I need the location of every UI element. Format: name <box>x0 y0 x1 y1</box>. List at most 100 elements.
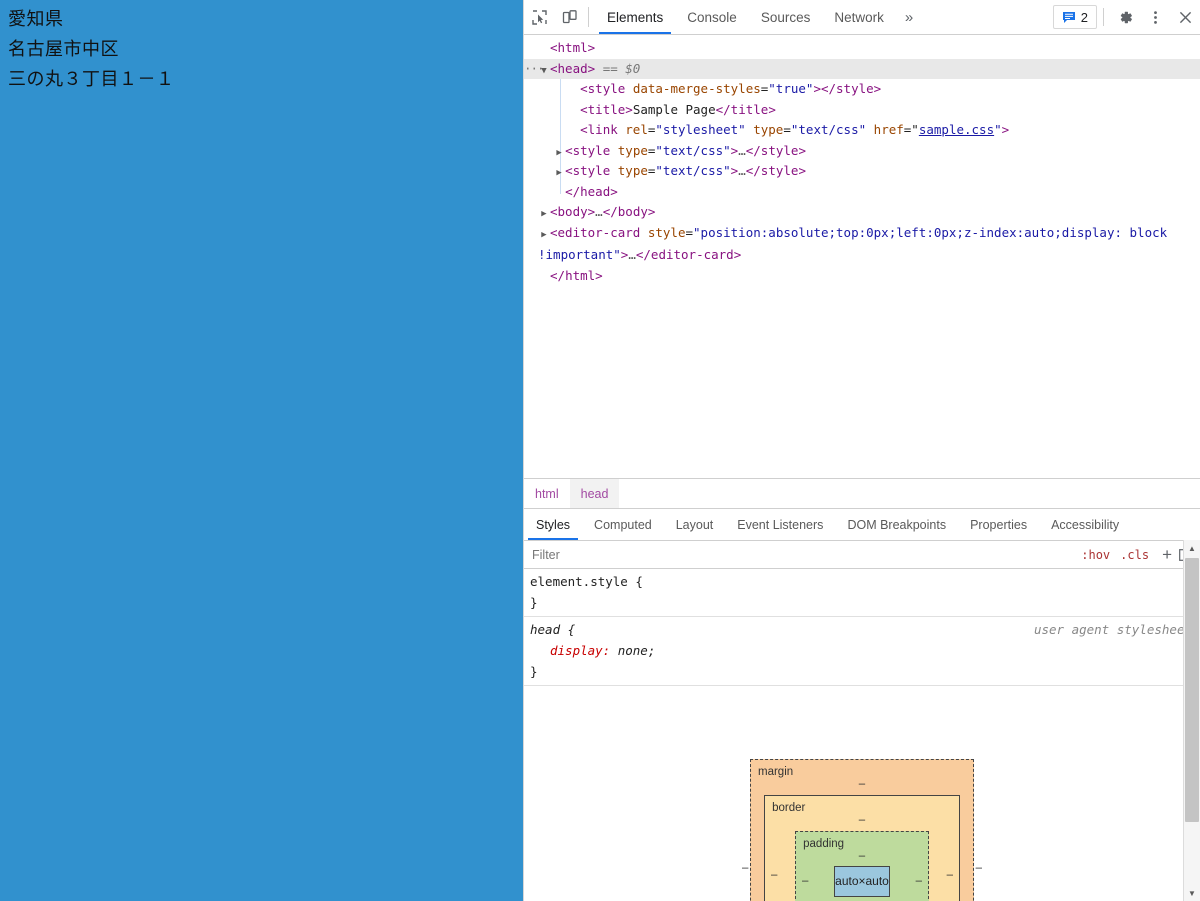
expand-triangle-icon[interactable]: ▶ <box>538 204 550 225</box>
tab-styles[interactable]: Styles <box>524 509 582 540</box>
node-badge-icon[interactable]: ··· <box>524 59 545 80</box>
box-model-border[interactable]: border – – padding – – auto×auto – – <box>764 795 960 901</box>
margin-left-value[interactable]: – <box>736 861 754 876</box>
tab-dom-breakpoints[interactable]: DOM Breakpoints <box>835 509 958 540</box>
tab-event-listeners[interactable]: Event Listeners <box>725 509 835 540</box>
dom-node-title[interactable]: <title>Sample Page</title> <box>524 100 1200 121</box>
box-model-margin[interactable]: margin – – border – – padding – – auto×a… <box>742 759 982 901</box>
tab-layout[interactable]: Layout <box>664 509 726 540</box>
dom-token-punct: < <box>550 60 558 76</box>
dom-token-punct: > <box>647 204 656 219</box>
device-toolbar-icon[interactable] <box>554 0 584 34</box>
scrollbar-thumb[interactable] <box>1185 558 1199 822</box>
breadcrumb-item-head[interactable]: head <box>569 479 620 508</box>
rendered-page-pane[interactable]: 愛知県 名古屋市中区 三の丸３丁目１－１ <box>0 0 523 901</box>
styles-pane[interactable]: element.style {} user agent stylesheet hea… <box>524 569 1200 901</box>
styles-sidebar-tabs[interactable]: Styles Computed Layout Event Listeners D… <box>524 508 1200 541</box>
tab-properties[interactable]: Properties <box>958 509 1039 540</box>
dom-token-punct: < <box>565 163 573 178</box>
dom-token-punct: </ <box>745 163 761 178</box>
issues-message-icon <box>1062 11 1076 24</box>
tab-computed[interactable]: Computed <box>582 509 664 540</box>
dom-token-punct: < <box>550 40 558 55</box>
dom-token-tag: editor-card <box>650 247 734 262</box>
dom-token-punct: < <box>580 101 588 117</box>
dom-node-editor-card[interactable]: ▶ <editor-card style="position:absolute;t… <box>524 223 1200 266</box>
dom-node-link-stylesheet[interactable]: <link rel="stylesheet" type="text/css" h… <box>524 120 1200 141</box>
dom-node-html-close[interactable]: </html> <box>524 266 1200 287</box>
dom-token-plain <box>610 143 618 158</box>
dom-node-style-css-2[interactable]: ▶ <style type="text/css">…</style> <box>524 161 1200 182</box>
tab-network-label: Network <box>834 9 884 25</box>
dom-token-punct: < <box>580 122 588 137</box>
dom-token-tag: title <box>730 101 769 117</box>
border-left-value[interactable]: – <box>765 868 783 883</box>
address-line-3: 三の丸３丁目１－１ <box>8 69 175 90</box>
address-text-block: 愛知県 名古屋市中区 三の丸３丁目１－１ <box>8 5 175 95</box>
style-rule-header: element.style { <box>530 571 1192 592</box>
padding-left-value[interactable]: – <box>796 874 814 889</box>
box-model-padding[interactable]: padding – – auto×auto – <box>795 831 929 901</box>
style-rule-header: user agent stylesheet head { <box>530 619 1192 640</box>
expand-triangle-icon[interactable]: ▶ <box>553 163 565 184</box>
cls-toggle-button[interactable]: .cls <box>1115 548 1154 562</box>
dom-node-style-css-1[interactable]: ▶ <style type="text/css">…</style> <box>524 141 1200 162</box>
tab-properties-label: Properties <box>970 517 1028 532</box>
close-icon[interactable] <box>1170 0 1200 34</box>
dom-token-attrv: " <box>994 122 1002 137</box>
box-model-padding-label: padding <box>803 838 845 850</box>
kebab-menu-icon[interactable] <box>1140 0 1170 34</box>
dom-token-tag: style <box>572 142 611 158</box>
dom-node-style-merge[interactable]: <style data-merge-styles="true"></style> <box>524 79 1200 100</box>
dom-token-link[interactable]: sample.css <box>919 122 994 137</box>
tab-accessibility[interactable]: Accessibility <box>1039 509 1131 540</box>
scrollbar-up-arrow-icon[interactable]: ▲ <box>1184 540 1200 556</box>
dom-token-ellip: … <box>738 163 746 178</box>
gear-icon[interactable] <box>1110 0 1140 34</box>
margin-right-value[interactable]: – <box>970 861 988 876</box>
dom-node-head-open[interactable]: ···▼ <head> == $0 <box>524 58 1200 82</box>
dom-token-punct: > <box>798 142 806 158</box>
more-tabs-chevron-icon[interactable]: » <box>896 0 922 34</box>
dom-token-attrn: href <box>873 122 904 137</box>
dom-token-plain <box>625 81 633 96</box>
style-rule-head-ua[interactable]: user agent stylesheet head {display: none… <box>524 617 1200 686</box>
inspect-cursor-icon[interactable] <box>524 0 554 34</box>
box-model-diagram[interactable]: margin – – border – – padding – – auto×a… <box>742 759 982 901</box>
style-rule-selector[interactable]: element.style { <box>530 574 643 589</box>
issues-counter-button[interactable]: 2 <box>1052 5 1097 29</box>
breadcrumb-item-html[interactable]: html <box>524 479 570 508</box>
new-style-rule-button[interactable]: + <box>1154 545 1174 565</box>
dom-node-body[interactable]: ▶ <body>…</body> <box>524 202 1200 223</box>
tab-network[interactable]: Network <box>822 0 896 34</box>
tab-elements[interactable]: Elements <box>595 0 675 34</box>
styles-pane-scrollbar[interactable]: ▲ ▼ <box>1183 540 1200 901</box>
style-declaration[interactable]: display: none; <box>530 640 1192 661</box>
style-rule-selector[interactable]: head { <box>530 622 575 637</box>
tab-elements-label: Elements <box>607 9 664 25</box>
dom-token-ellip: … <box>628 247 636 262</box>
dom-token-plain: =" <box>903 122 919 137</box>
dom-token-plain <box>595 61 603 76</box>
dom-token-punct: < <box>550 204 558 219</box>
collapse-triangle-icon[interactable]: ▼ <box>538 61 550 82</box>
dom-token-punct: </ <box>565 183 581 199</box>
tab-console[interactable]: Console <box>675 0 749 34</box>
style-rule-element-style[interactable]: element.style {} <box>524 569 1200 617</box>
style-property-name[interactable]: display: <box>550 643 618 658</box>
hov-toggle-button[interactable]: :hov <box>1076 548 1115 562</box>
dom-node-html-open[interactable]: <html> <box>524 38 1200 59</box>
expand-triangle-icon[interactable]: ▶ <box>538 225 550 246</box>
breadcrumb[interactable]: html head <box>524 478 1200 508</box>
tab-sources[interactable]: Sources <box>749 0 823 34</box>
border-right-value[interactable]: – <box>941 868 959 883</box>
dom-tree[interactable]: <html> ···▼ <head> == $0 <style data-merge… <box>524 35 1200 478</box>
dom-token-tag: style <box>760 163 799 178</box>
styles-filter-input[interactable] <box>530 543 1073 566</box>
expand-triangle-icon[interactable]: ▶ <box>553 143 565 164</box>
style-property-value[interactable]: none; <box>618 643 656 658</box>
scrollbar-down-arrow-icon[interactable]: ▼ <box>1184 885 1200 901</box>
dom-node-head-close[interactable]: </head> <box>524 182 1200 203</box>
box-model-content[interactable]: auto×auto <box>834 866 890 897</box>
padding-right-value[interactable]: – <box>910 874 928 889</box>
